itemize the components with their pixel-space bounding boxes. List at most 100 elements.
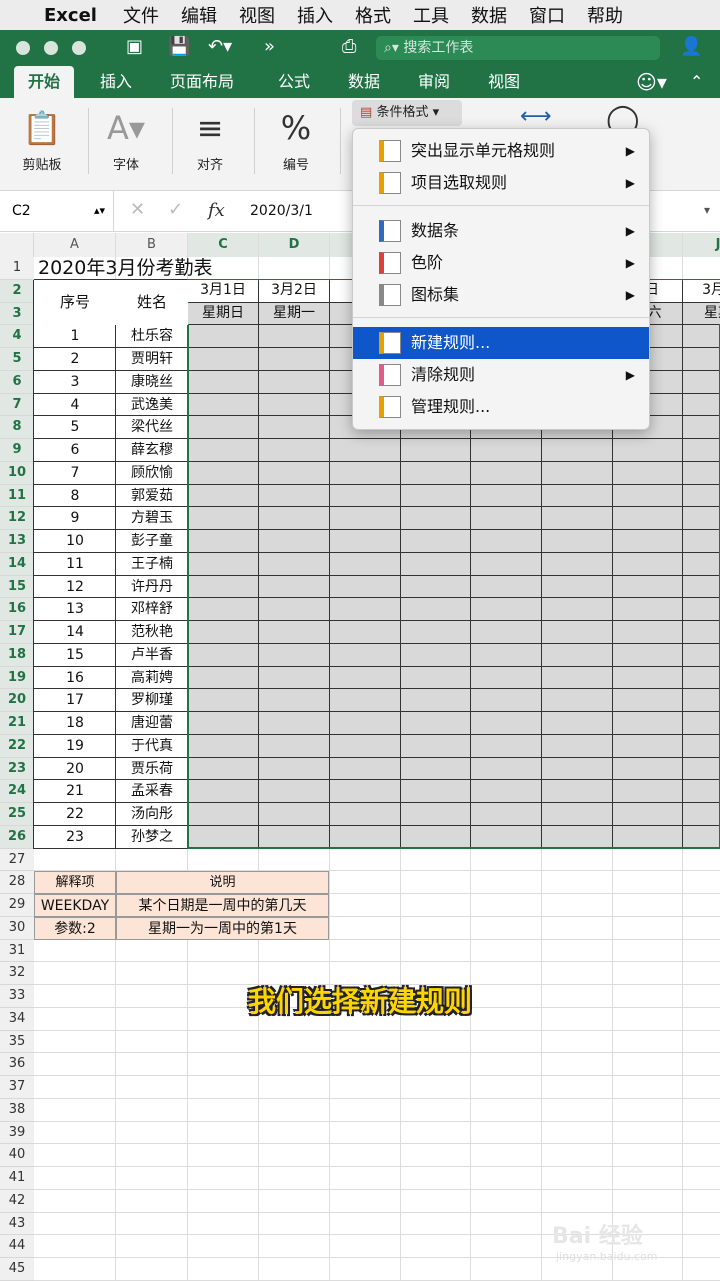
name-cell[interactable]: 卢半香 — [116, 644, 188, 667]
seq-cell[interactable]: 18 — [34, 712, 116, 735]
name-cell[interactable]: 邓梓舒 — [116, 598, 188, 621]
seq-cell[interactable]: 4 — [34, 394, 116, 417]
row-header[interactable]: 28 — [0, 871, 34, 894]
row-header[interactable]: 3 — [0, 302, 34, 326]
name-cell[interactable]: 孟采春 — [116, 780, 188, 803]
name-cell[interactable]: 顾欣愉 — [116, 462, 188, 485]
name-cell[interactable]: 郭爱茹 — [116, 485, 188, 508]
font-button[interactable]: A▾ 字体 — [86, 102, 166, 186]
share-doc-icon[interactable]: ⎙ — [342, 36, 356, 57]
name-cell[interactable]: 贾明轩 — [116, 348, 188, 371]
seq-cell[interactable]: 8 — [34, 485, 116, 508]
menu-edit[interactable]: 编辑 — [181, 2, 217, 28]
table-header[interactable]: 序号 — [34, 279, 116, 326]
menu-file[interactable]: 文件 — [123, 2, 159, 28]
tab-home[interactable]: 开始 — [14, 66, 75, 98]
row-header[interactable]: 22 — [0, 734, 34, 758]
table-header[interactable]: 姓名 — [116, 279, 188, 326]
seq-cell[interactable]: 5 — [34, 416, 116, 439]
seq-cell[interactable]: 15 — [34, 644, 116, 667]
seq-cell[interactable]: 12 — [34, 576, 116, 599]
name-cell[interactable]: 高莉娉 — [116, 667, 188, 690]
menu-insert[interactable]: 插入 — [297, 2, 333, 28]
column-header[interactable]: B — [116, 233, 188, 257]
menu-app-excel[interactable]: Excel — [44, 5, 97, 26]
menu-help[interactable]: 帮助 — [587, 2, 623, 28]
name-cell[interactable]: 贾乐荷 — [116, 758, 188, 781]
seq-cell[interactable]: 9 — [34, 507, 116, 530]
name-cell[interactable]: 许丹丹 — [116, 576, 188, 599]
paste-button[interactable]: 📋 剪贴板 — [2, 102, 82, 186]
seq-cell[interactable]: 7 — [34, 462, 116, 485]
name-cell[interactable]: 武逸美 — [116, 394, 188, 417]
zoom-window-button[interactable] — [72, 41, 86, 55]
seq-cell[interactable]: 20 — [34, 758, 116, 781]
menu-item-7[interactable]: 管理规则... — [353, 391, 649, 423]
sheet-title[interactable]: 2020年3月份考勤表 — [38, 257, 212, 280]
row-header[interactable]: 8 — [0, 416, 34, 439]
undo-icon[interactable]: ↶▾ — [208, 36, 232, 57]
row-header[interactable]: 44 — [0, 1235, 34, 1258]
name-cell[interactable]: 梁代丝 — [116, 416, 188, 439]
date-header[interactable]: 3月2日 — [259, 279, 329, 302]
save-icon[interactable]: 💾 — [168, 36, 190, 57]
conditional-format-button[interactable]: ▤ 条件格式 ▾ — [352, 100, 462, 126]
row-header[interactable]: 27 — [0, 848, 34, 872]
sidebar-icon[interactable]: ▣ — [126, 36, 143, 57]
tab-data[interactable]: 数据 — [348, 66, 380, 98]
seq-cell[interactable]: 16 — [34, 667, 116, 690]
menu-window[interactable]: 窗口 — [529, 2, 565, 28]
row-header[interactable]: 24 — [0, 780, 34, 803]
row-header[interactable]: 1 — [0, 257, 34, 280]
date-header[interactable]: 3月8 — [683, 279, 720, 302]
row-header[interactable]: 5 — [0, 348, 34, 371]
row-header[interactable]: 6 — [0, 370, 34, 394]
seq-cell[interactable]: 13 — [34, 598, 116, 621]
row-header[interactable]: 19 — [0, 666, 34, 690]
note-cell[interactable]: 星期一为一周中的第1天 — [116, 916, 329, 940]
align-button[interactable]: ≡ 对齐 — [170, 102, 250, 186]
name-cell[interactable]: 于代真 — [116, 735, 188, 758]
row-header[interactable]: 21 — [0, 712, 34, 735]
name-cell[interactable]: 方碧玉 — [116, 507, 188, 530]
seq-cell[interactable]: 22 — [34, 803, 116, 826]
row-header[interactable]: 15 — [0, 575, 34, 599]
row-header[interactable]: 35 — [0, 1030, 34, 1054]
insert-function-button[interactable]: fx — [208, 191, 225, 231]
row-header[interactable]: 9 — [0, 439, 34, 462]
column-header[interactable]: A — [34, 233, 116, 257]
select-all-corner[interactable] — [0, 233, 34, 257]
seq-cell[interactable]: 1 — [34, 325, 116, 348]
row-header[interactable]: 31 — [0, 939, 34, 963]
menu-tools[interactable]: 工具 — [413, 2, 449, 28]
row-header[interactable]: 42 — [0, 1189, 34, 1213]
tab-formulas[interactable]: 公式 — [278, 66, 310, 98]
name-cell[interactable]: 彭子童 — [116, 530, 188, 553]
menu-item-6[interactable]: 清除规则 ▶ — [353, 359, 649, 391]
menu-item-3[interactable]: 色阶 ▶ — [353, 247, 649, 279]
row-header[interactable]: 16 — [0, 598, 34, 621]
note-cell[interactable]: 参数:2 — [34, 916, 116, 940]
menu-item-0[interactable]: 突出显示单元格规则 ▶ — [353, 135, 649, 167]
note-cell[interactable]: WEEKDAY — [34, 894, 116, 917]
chevron-up-icon[interactable]: ⌃ — [690, 66, 703, 98]
seq-cell[interactable]: 11 — [34, 553, 116, 576]
row-header[interactable]: 36 — [0, 1053, 34, 1076]
note-cell[interactable]: 说明 — [116, 871, 329, 894]
name-cell[interactable]: 范秋艳 — [116, 621, 188, 644]
seq-cell[interactable]: 2 — [34, 348, 116, 371]
name-cell[interactable]: 康晓丝 — [116, 371, 188, 394]
row-header[interactable]: 37 — [0, 1076, 34, 1099]
row-header[interactable]: 41 — [0, 1167, 34, 1190]
menu-item-1[interactable]: 项目选取规则 ▶ — [353, 167, 649, 199]
row-header[interactable]: 11 — [0, 484, 34, 508]
weekday-header[interactable]: 星期一 — [259, 302, 329, 325]
menu-view[interactable]: 视图 — [239, 2, 275, 28]
name-cell[interactable]: 唐迎蕾 — [116, 712, 188, 735]
menu-format[interactable]: 格式 — [355, 2, 391, 28]
row-header[interactable]: 30 — [0, 916, 34, 940]
date-header[interactable]: 3月1日 — [188, 279, 258, 302]
note-cell[interactable]: 解释项 — [34, 871, 116, 894]
row-header[interactable]: 40 — [0, 1144, 34, 1167]
row-header[interactable]: 43 — [0, 1212, 34, 1236]
